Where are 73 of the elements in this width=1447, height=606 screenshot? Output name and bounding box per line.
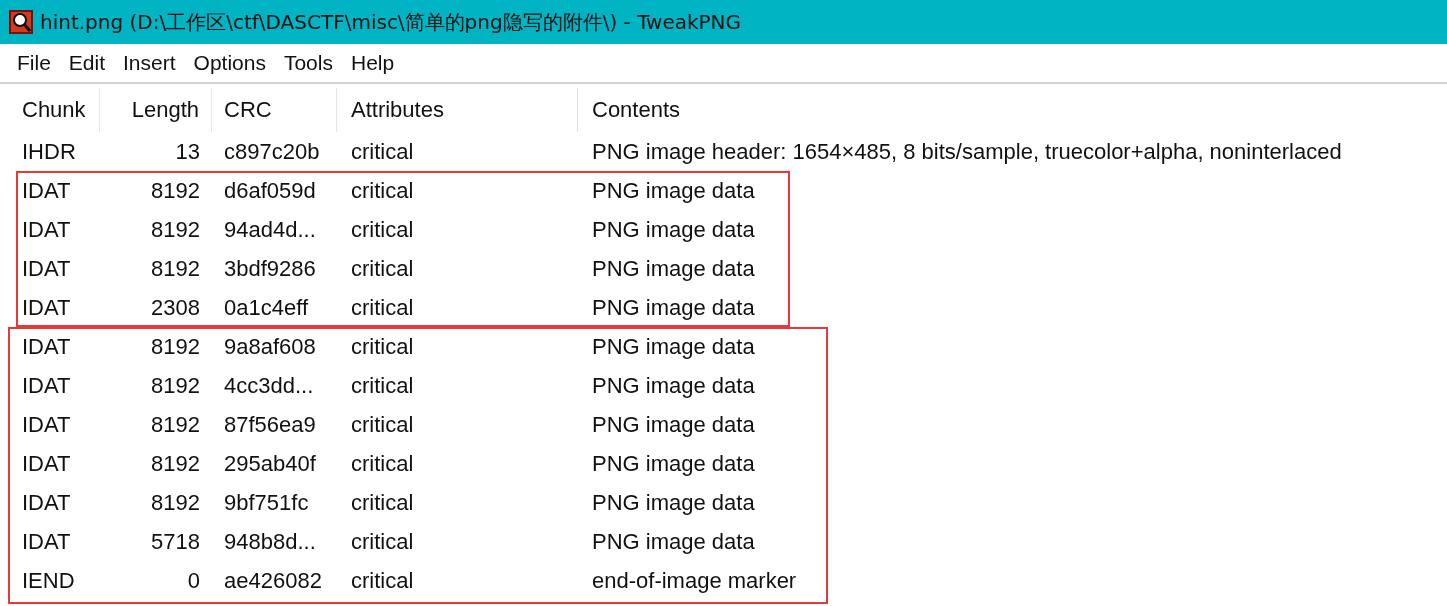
table-cell-text: critical [350,255,415,282]
table-cell-text: critical [350,333,415,360]
table-cell-text: critical [350,567,415,594]
table-cell-text: PNG image data [591,528,756,555]
table-cell-text: IDAT [21,216,72,243]
table-cell-text: critical [350,450,415,477]
table-cell-text: 295ab40f [223,450,317,477]
column-header[interactable]: Length [100,88,212,132]
window-title: hint.png (D:\工作区\ctf\DASCTF\misc\简单的png隐写的附件\) - TweakPNG [40,8,742,36]
menu-item[interactable]: Insert [114,49,185,77]
table-cell-text: 0a1c4eff [223,294,309,321]
table-cell-text: IDAT [21,255,72,282]
table-cell-text: end-of-image marker [591,567,798,594]
table-cell-text: PNG image data [591,489,756,516]
menu-item[interactable]: File [8,49,60,77]
table-cell-text: critical [350,489,415,516]
table-cell-text: 8192 [150,177,201,204]
table-cell-text: PNG image data [591,294,756,321]
table-cell-text: IDAT [21,333,72,360]
table-cell-text: IDAT [21,450,72,477]
table-cell-text: c897c20b [223,138,321,165]
table-cell-text: PNG image data [591,450,756,477]
table-cell-text: 94ad4d... [223,216,317,243]
table-cell-text: critical [350,216,415,243]
table-cell-text: 3bdf9286 [223,255,317,282]
column-header[interactable]: Attributes [337,88,578,132]
table-cell-text: critical [350,372,415,399]
table-cell-text: 13 [174,138,201,165]
app-icon [8,9,34,35]
table-cell-text: 8192 [150,372,201,399]
table-cell-text: critical [350,177,415,204]
menu-item[interactable]: Options [184,49,275,77]
table-cell-text: PNG image data [591,333,756,360]
table-cell-text: 8192 [150,216,201,243]
table-cell-text: d6af059d [223,177,317,204]
table-cell-text: 4cc3dd... [223,372,315,399]
table-cell-text: IHDR [21,138,77,165]
table-cell-text: 8192 [150,450,201,477]
table-cell-text: 8192 [150,489,201,516]
table-cell-text: PNG image data [591,255,756,282]
table-cell-text: critical [350,528,415,555]
table-cell-text: IDAT [21,411,72,438]
table-cell-text: IDAT [21,489,72,516]
table-cell-text: 5718 [150,528,201,555]
table-cell-text: IDAT [21,177,72,204]
table-cell-text: PNG image data [591,372,756,399]
table-cell-text: IDAT [21,294,72,321]
table-cell-text: IDAT [21,528,72,555]
column-header[interactable]: CRC [212,88,337,132]
table-cell-text: IEND [21,567,76,594]
table-cell-text: 0 [186,567,201,594]
table-cell-text: 8192 [150,411,201,438]
table-cell-text: PNG image data [591,411,756,438]
table-cell-text: critical [350,411,415,438]
table-cell-text: PNG image header: 1654×485, 8 bits/sample, truecolor+alpha, noninterlaced [591,138,1343,165]
table-cell-text: 87f56ea9 [223,411,317,438]
table-cell-text: 948b8d... [223,528,317,555]
table-cell-text: ae426082 [223,567,323,594]
table-cell-text: 9bf751fc [223,489,310,516]
table-cell-text: 8192 [150,255,201,282]
table-cell-text: PNG image data [591,177,756,204]
column-header[interactable]: Contents [578,88,1447,132]
table-cell-text: critical [350,294,415,321]
table-cell-text: 8192 [150,333,201,360]
menu-item[interactable]: Edit [59,49,115,77]
menu-item[interactable]: Tools [274,49,342,77]
menu-item[interactable]: Help [341,49,404,77]
table-cell-text: PNG image data [591,216,756,243]
column-header[interactable]: Chunk [14,88,100,132]
table-cell-text: critical [350,138,415,165]
table-cell-text: 2308 [150,294,201,321]
table-cell-text: IDAT [21,372,72,399]
table-cell-text: 9a8af608 [223,333,317,360]
